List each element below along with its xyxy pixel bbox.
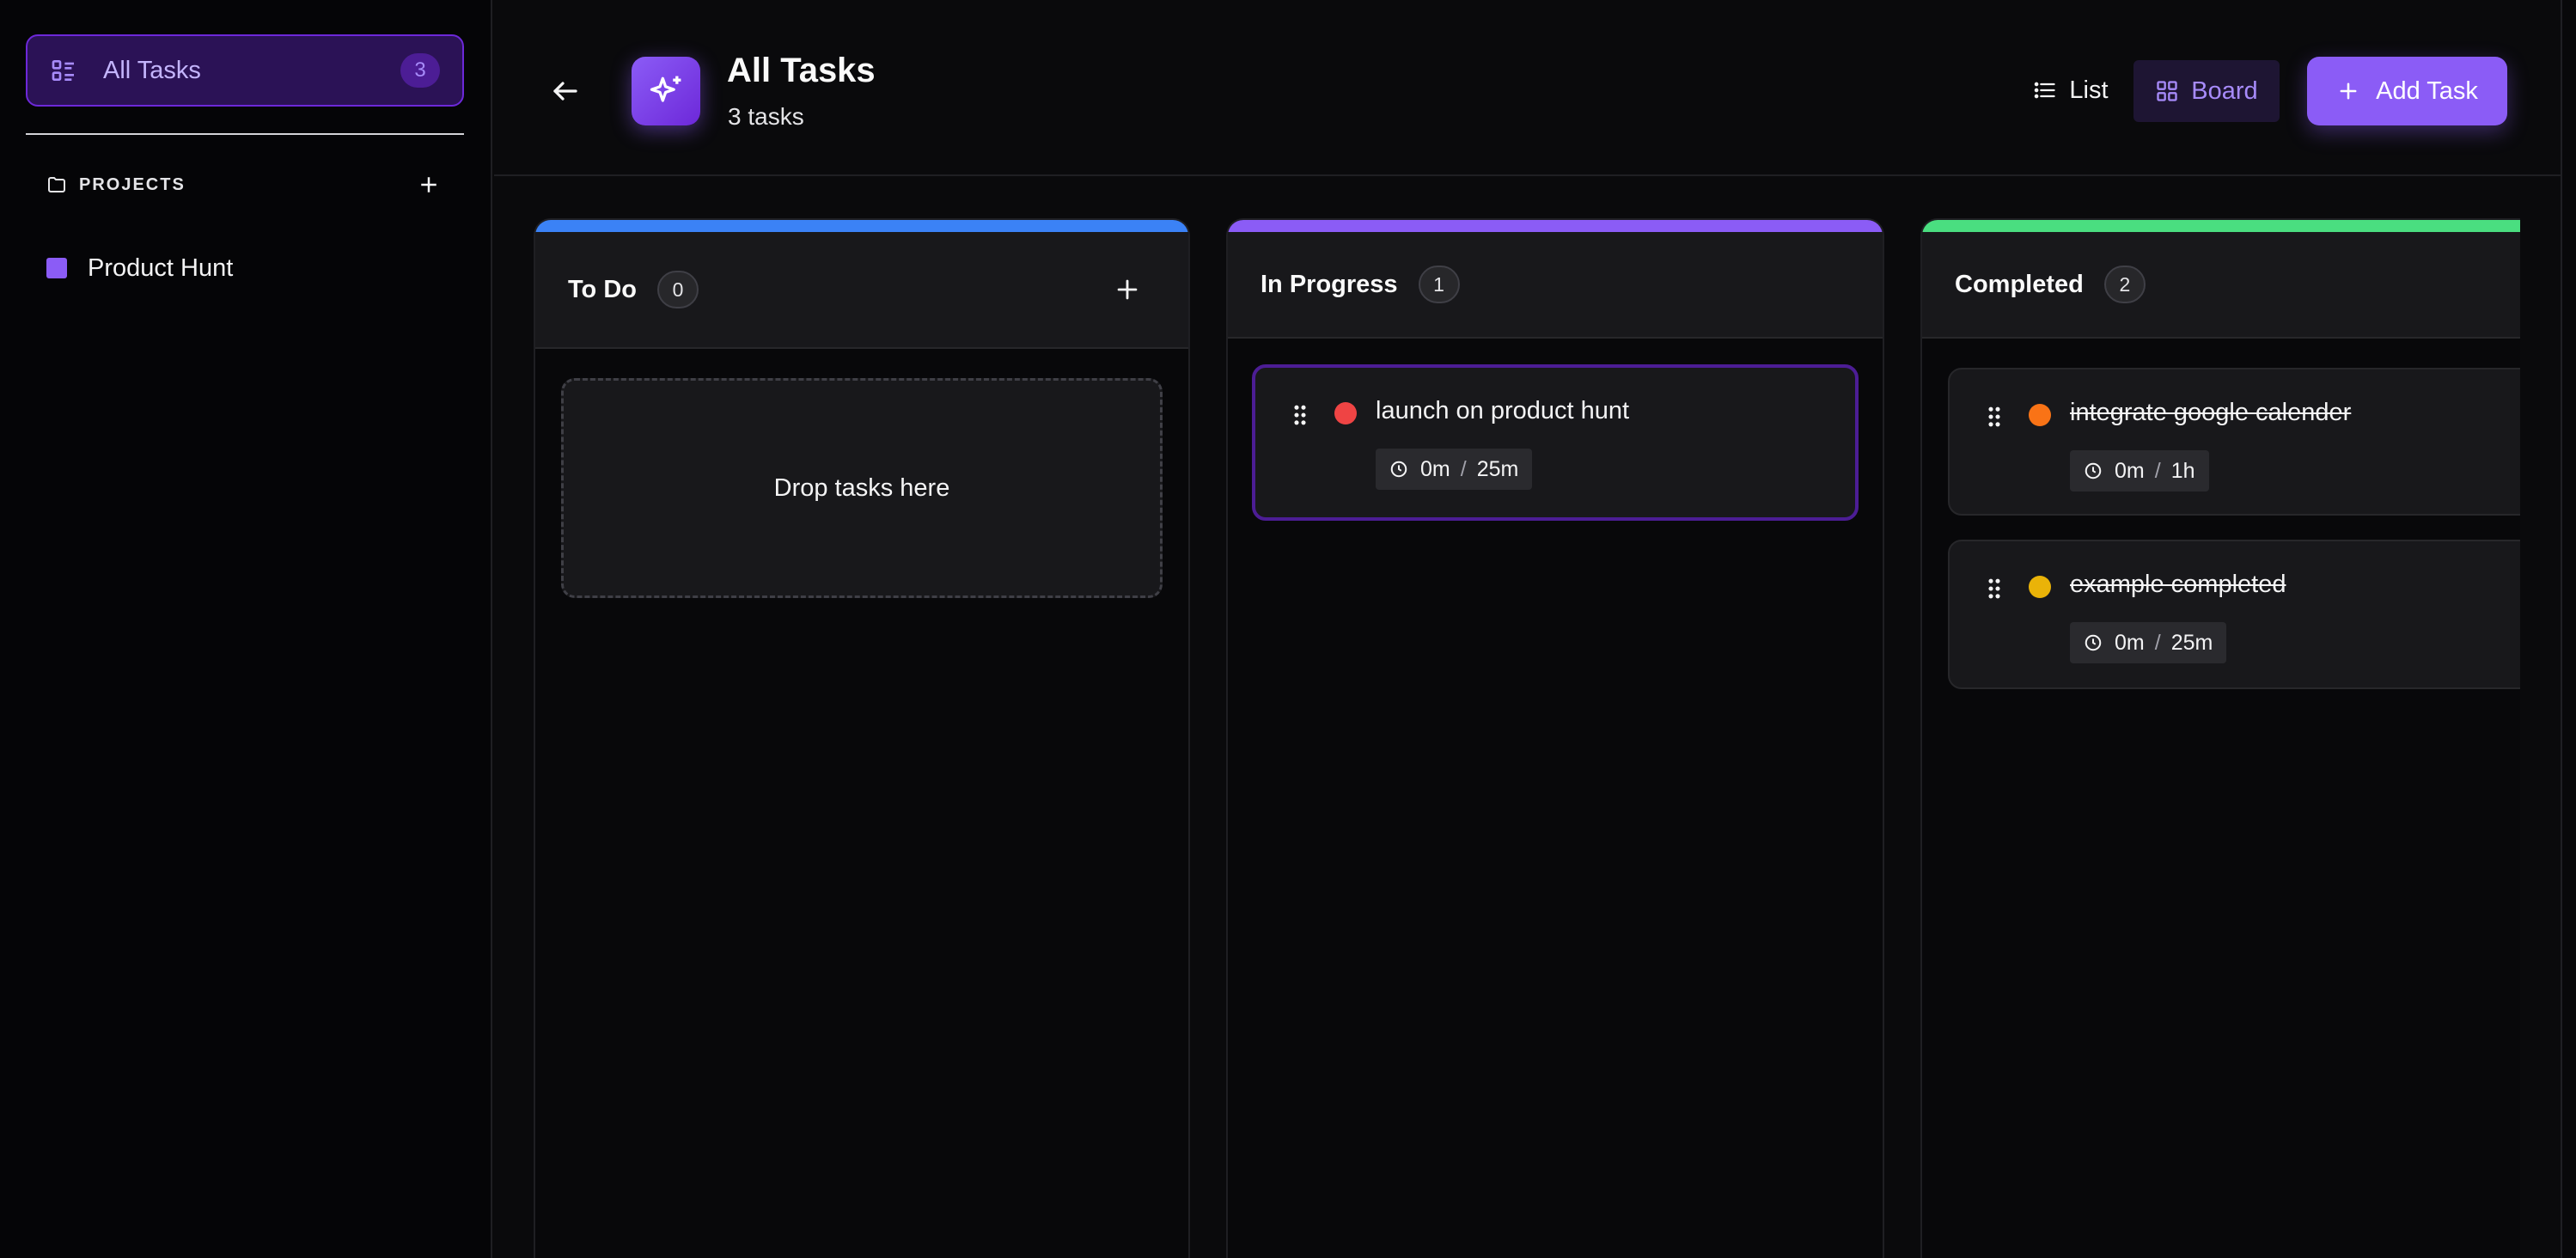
page-title: All Tasks [727, 52, 876, 89]
add-project-button[interactable] [416, 172, 442, 198]
time-tracker: 0m / 25m [2070, 622, 2227, 663]
add-task-button[interactable]: Add Task [2307, 57, 2507, 125]
grid-icon [2157, 81, 2177, 101]
app-root: All Tasks 3 PROJECTS Product Hunt All Ta… [0, 0, 2576, 1258]
sidebar-item-label: All Tasks [103, 56, 201, 84]
list-view-label: List [2069, 76, 2109, 104]
folder-icon [48, 177, 65, 192]
add-task-to-column-button[interactable] [1113, 275, 1142, 304]
drop-zone[interactable]: Drop tasks here [561, 378, 1163, 598]
column-title: In Progress [1261, 270, 1398, 298]
column-accent-bar [1228, 220, 1883, 232]
list-icon [2035, 82, 2056, 99]
time-separator: / [2154, 630, 2161, 655]
task-name: example completed [2070, 571, 2286, 598]
drag-handle-icon[interactable] [1293, 404, 1307, 426]
task-card[interactable]: example completed 0m / 25m [1948, 540, 2520, 689]
clock-icon [2085, 462, 2102, 479]
add-task-label: Add Task [2376, 76, 2478, 105]
clock-icon [1390, 461, 1407, 478]
priority-dot [2029, 576, 2051, 598]
sidebar-item-all-tasks[interactable]: All Tasks 3 [26, 34, 464, 107]
task-count-badge: 3 [400, 53, 440, 88]
time-tracker: 0m / 25m [1376, 449, 1533, 490]
time-separator: / [1460, 456, 1467, 481]
sidebar: All Tasks 3 PROJECTS Product Hunt [0, 0, 492, 1258]
project-label: Product Hunt [88, 253, 234, 282]
time-spent: 0m [2115, 630, 2145, 655]
priority-dot [2029, 404, 2051, 426]
time-estimate: 1h [2170, 458, 2195, 483]
sidebar-item-product-hunt[interactable]: Product Hunt [46, 247, 450, 289]
back-arrow-icon[interactable] [550, 76, 581, 107]
time-separator: / [2154, 458, 2161, 483]
column-header: In Progress 1 [1228, 232, 1883, 339]
plus-icon [2340, 82, 2357, 100]
time-tracker: 0m / 1h [2070, 450, 2209, 492]
column-accent-bar [535, 220, 1188, 232]
sparkles-icon [650, 76, 681, 102]
column-title: Completed [1955, 270, 2084, 298]
drag-handle-icon[interactable] [1987, 577, 2001, 600]
clock-icon [2085, 634, 2102, 651]
sidebar-divider [26, 133, 464, 135]
priority-dot [1334, 402, 1357, 424]
column-in-progress: In Progress 1 launch on product hunt 0m … [1226, 218, 1884, 1258]
column-count-badge: 0 [657, 271, 699, 308]
app-logo [632, 57, 700, 125]
column-accent-bar [1922, 220, 2520, 232]
projects-header: PROJECTS [46, 170, 442, 199]
column-count-badge: 2 [2103, 266, 2146, 303]
board-view-label: Board [2191, 76, 2258, 105]
projects-label: PROJECTS [79, 174, 186, 194]
column-todo: To Do 0 Drop tasks here [534, 218, 1190, 1258]
right-scroll-edge [2561, 0, 2576, 1258]
column-header: Completed 2 [1922, 232, 2520, 339]
task-card[interactable]: launch on product hunt 0m / 25m [1252, 364, 1859, 521]
column-title: To Do [568, 275, 637, 303]
column-header: To Do 0 [535, 232, 1188, 349]
board-view-button[interactable]: Board [2133, 60, 2280, 122]
list-icon [52, 60, 74, 81]
column-completed: Completed 2 integrate google calender 0m… [1920, 218, 2520, 1258]
page-subtitle: 3 tasks [728, 103, 804, 130]
list-view-button[interactable]: List [2024, 60, 2118, 120]
drag-handle-icon[interactable] [1987, 406, 2001, 428]
column-count-badge: 1 [1418, 266, 1460, 303]
task-name: launch on product hunt [1376, 397, 1630, 424]
task-card[interactable]: integrate google calender 0m / 1h [1948, 368, 2520, 516]
time-estimate: 25m [1476, 456, 1519, 481]
time-spent: 0m [2115, 458, 2145, 483]
page-header: All Tasks 3 tasks List Board Add Task [494, 0, 2561, 176]
task-name: integrate google calender [2070, 399, 2352, 426]
time-estimate: 25m [2170, 630, 2213, 655]
time-spent: 0m [1420, 456, 1450, 481]
project-color-swatch [46, 258, 67, 278]
